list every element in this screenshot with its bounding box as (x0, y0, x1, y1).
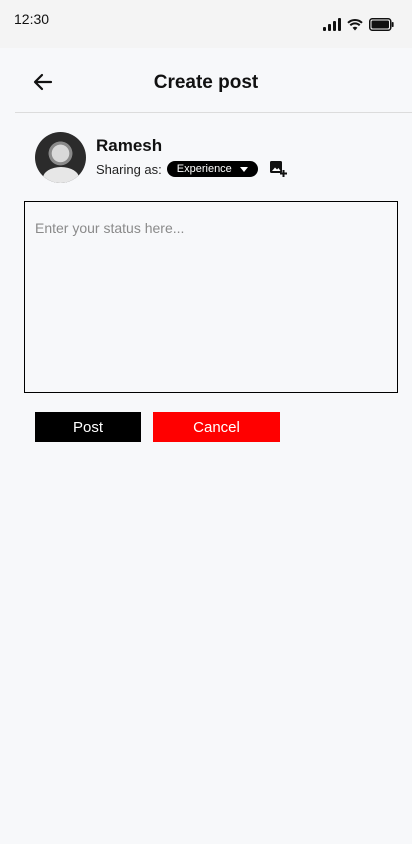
header: Create post (15, 60, 412, 113)
sharing-value: Experience (176, 163, 232, 175)
post-button[interactable]: Post (35, 412, 141, 442)
author-row: Ramesh Sharing as: Experience (35, 131, 287, 183)
cancel-button[interactable]: Cancel (153, 412, 280, 442)
add-image-button[interactable] (269, 160, 287, 178)
author-info: Ramesh Sharing as: Experience (96, 136, 287, 178)
add-image-icon (269, 161, 287, 177)
wifi-icon (347, 18, 363, 31)
battery-icon (369, 18, 394, 31)
status-input-box (24, 201, 398, 393)
caret-down-icon (239, 166, 248, 172)
status-input[interactable] (25, 202, 397, 392)
sharing-label: Sharing as: (96, 161, 162, 177)
page-title: Create post (153, 72, 259, 93)
avatar (35, 131, 86, 183)
signal-icon (323, 18, 341, 31)
sharing-row: Sharing as: Experience (96, 160, 287, 178)
status-bar: 12:30 (0, 0, 412, 48)
status-time: 12:30 (14, 11, 50, 27)
author-name: Ramesh (96, 136, 163, 155)
sharing-dropdown[interactable]: Experience (166, 161, 258, 177)
status-icons (323, 18, 394, 31)
